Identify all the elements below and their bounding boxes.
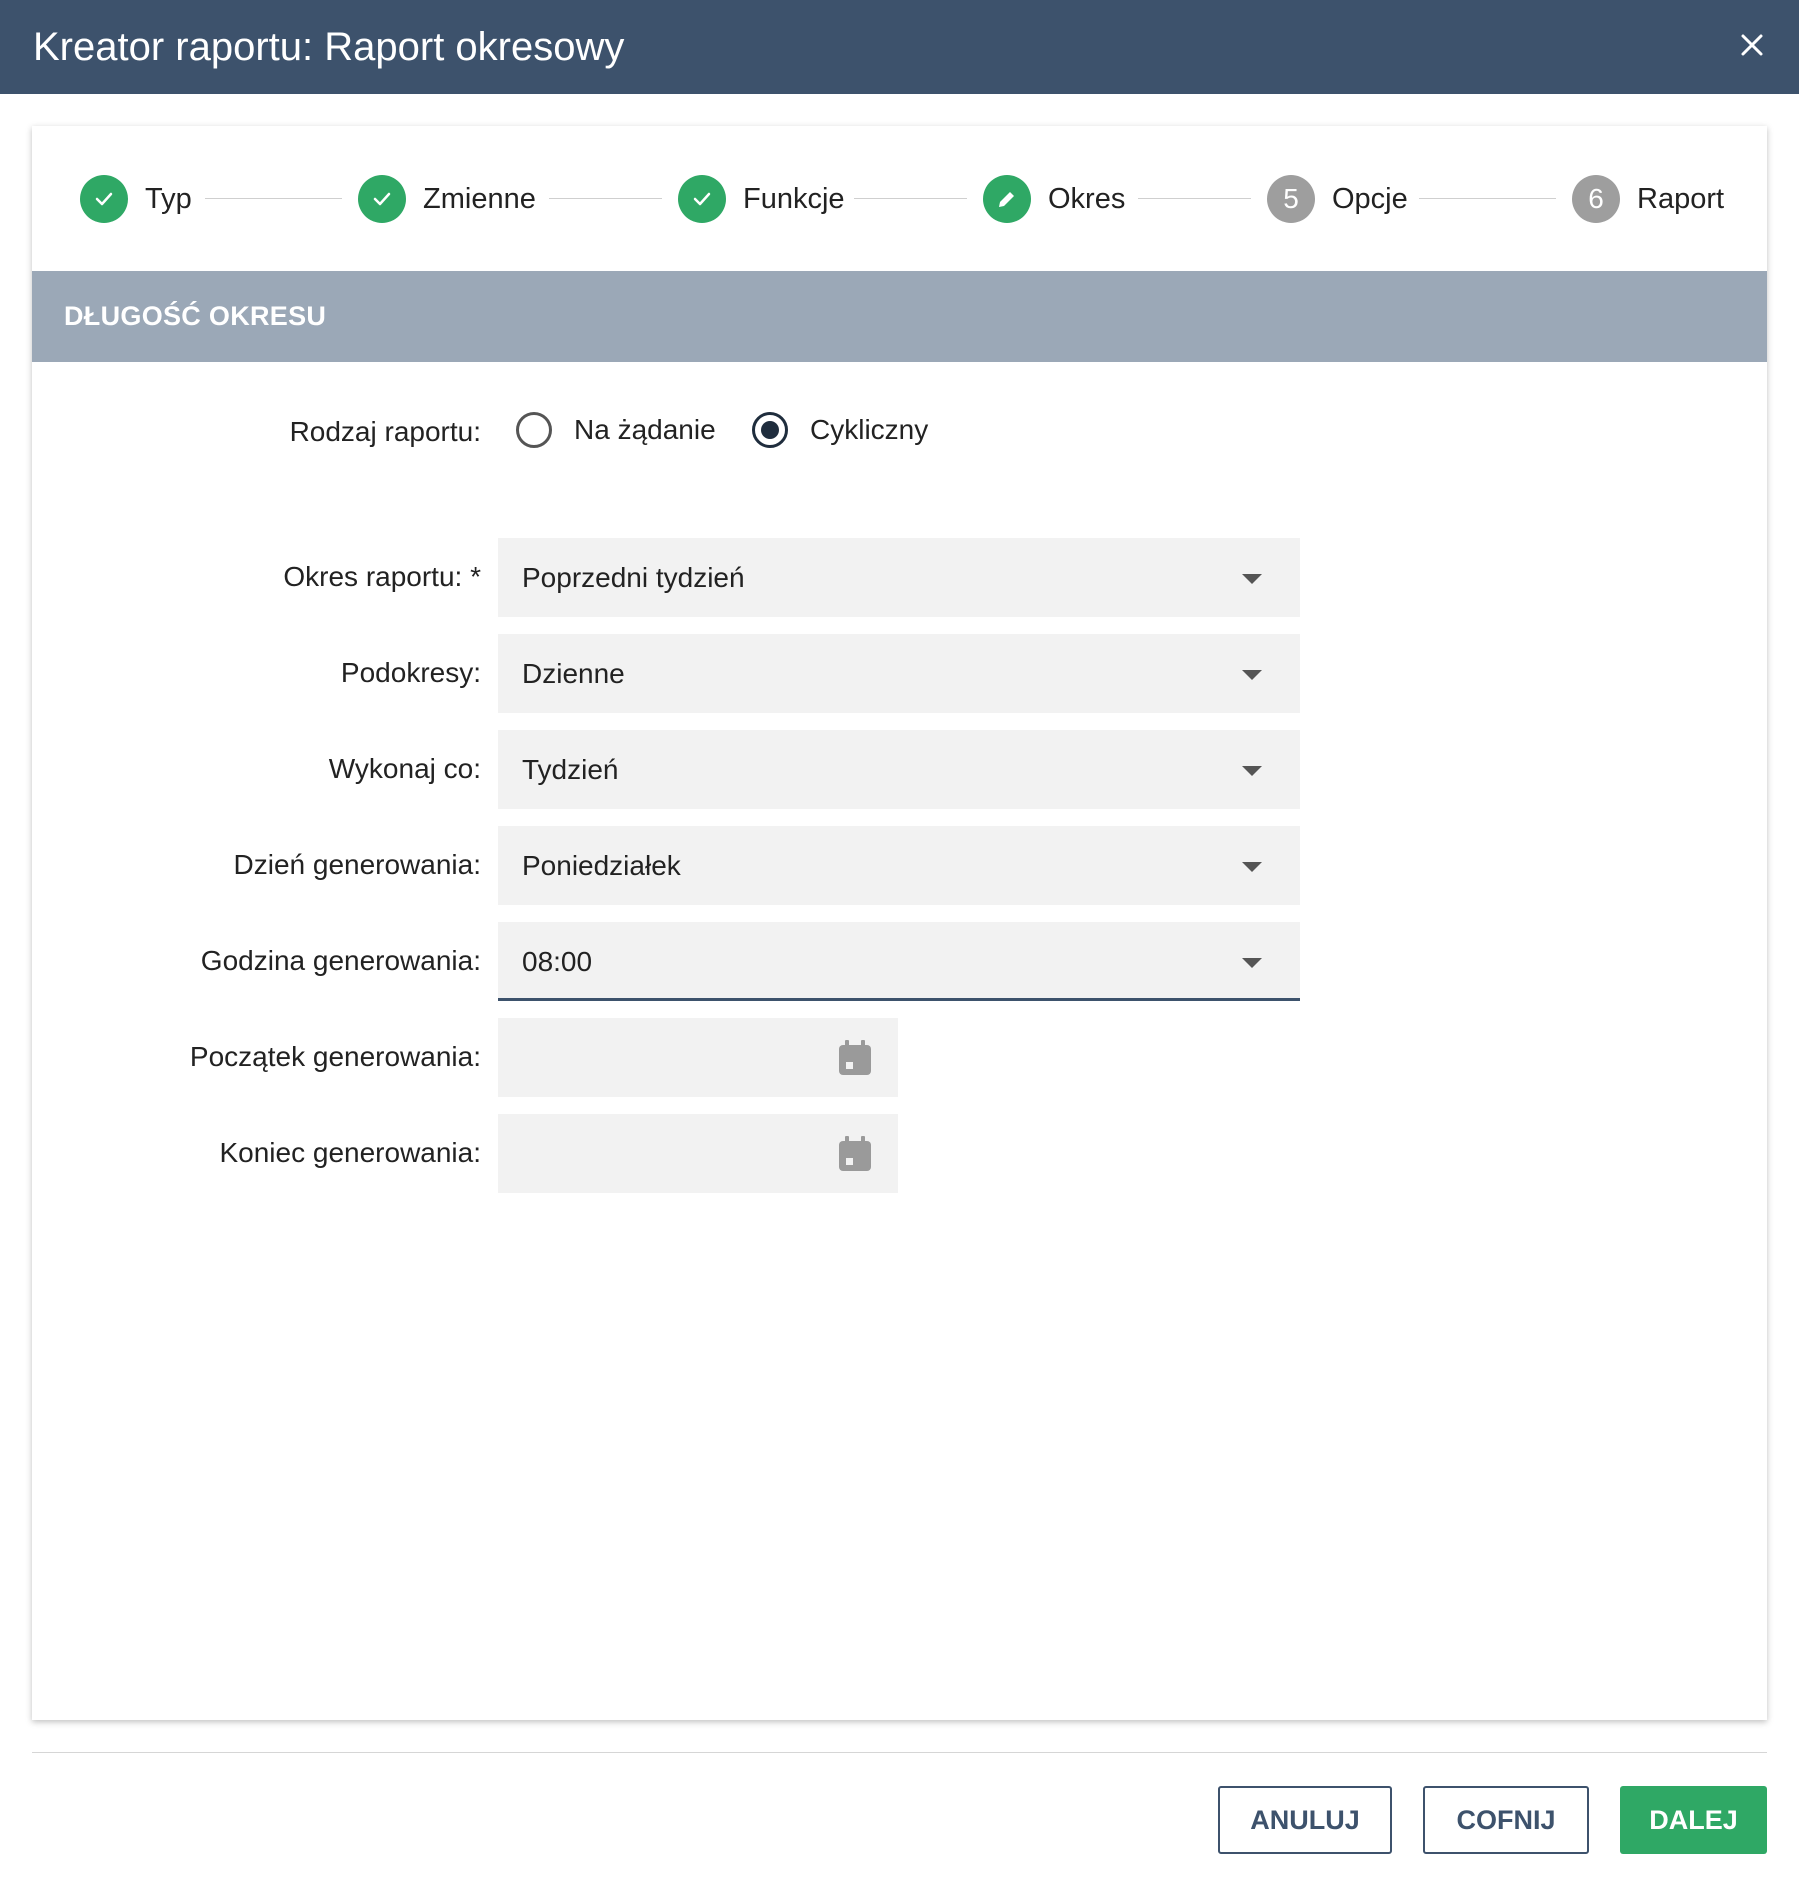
step-connector bbox=[1138, 198, 1251, 199]
step-number: 6 bbox=[1572, 175, 1620, 223]
radio-circle[interactable] bbox=[752, 412, 788, 448]
dropdown-arrow-icon[interactable] bbox=[1242, 574, 1262, 584]
step-connector bbox=[1419, 198, 1556, 199]
check-icon bbox=[358, 175, 406, 223]
select-value: Tydzień bbox=[522, 754, 619, 785]
dropdown-arrow-icon[interactable] bbox=[1242, 766, 1262, 776]
step-opcje[interactable]: 5 Opcje bbox=[1267, 174, 1408, 224]
section-header: DŁUGOŚĆ OKRESU bbox=[32, 271, 1767, 362]
subperiods-label: Podokresy: bbox=[340, 657, 481, 688]
radio-selected-dot bbox=[761, 421, 779, 439]
gen-end-date-input[interactable] bbox=[498, 1114, 898, 1193]
step-zmienne[interactable]: Zmienne bbox=[358, 174, 536, 224]
section-title: DŁUGOŚĆ OKRESU bbox=[64, 301, 327, 331]
dropdown-arrow-icon[interactable] bbox=[1242, 958, 1262, 968]
gen-end-label: Koniec generowania: bbox=[219, 1137, 481, 1168]
dropdown-arrow-icon[interactable] bbox=[1242, 862, 1262, 872]
step-label: Typ bbox=[145, 182, 192, 215]
dialog-title: Kreator raportu: Raport okresowy bbox=[33, 25, 625, 69]
wizard-card: Typ Zmienne Funkcje Okres 5 Opcje 6 Rapo… bbox=[32, 126, 1767, 1720]
close-icon[interactable] bbox=[1735, 28, 1769, 62]
gen-start-date-input[interactable] bbox=[498, 1018, 898, 1097]
gen-hour-select[interactable]: 08:00 bbox=[498, 922, 1300, 1001]
dropdown-arrow-icon[interactable] bbox=[1242, 670, 1262, 680]
report-type-label: Rodzaj raportu: bbox=[289, 416, 481, 447]
wizard-stepper: Typ Zmienne Funkcje Okres 5 Opcje 6 Rapo… bbox=[32, 126, 1767, 272]
select-value: Poprzedni tydzień bbox=[522, 562, 745, 593]
step-label: Opcje bbox=[1332, 182, 1408, 215]
step-label: Funkcje bbox=[743, 182, 845, 215]
step-funkcje[interactable]: Funkcje bbox=[678, 174, 845, 224]
step-connector bbox=[205, 198, 342, 199]
step-raport[interactable]: 6 Raport bbox=[1572, 174, 1724, 224]
period-label: Okres raportu: * bbox=[283, 561, 481, 592]
select-value: Dzienne bbox=[522, 658, 625, 689]
step-typ[interactable]: Typ bbox=[80, 174, 192, 224]
run-every-label: Wykonaj co: bbox=[328, 753, 481, 784]
step-connector bbox=[854, 198, 967, 199]
dialog-titlebar: Kreator raportu: Raport okresowy bbox=[0, 0, 1799, 94]
cancel-button[interactable]: ANULUJ bbox=[1218, 1786, 1392, 1854]
step-label: Raport bbox=[1637, 182, 1725, 215]
step-label: Zmienne bbox=[423, 182, 536, 215]
calendar-icon[interactable] bbox=[838, 1040, 872, 1076]
footer-divider bbox=[32, 1752, 1767, 1753]
select-value: Poniedziałek bbox=[522, 850, 681, 881]
radio-cyclic[interactable]: Cykliczny bbox=[752, 412, 928, 448]
back-button[interactable]: COFNIJ bbox=[1423, 1786, 1589, 1854]
step-label: Okres bbox=[1048, 182, 1126, 215]
step-number: 5 bbox=[1267, 175, 1315, 223]
subperiods-select[interactable]: Dzienne bbox=[498, 634, 1300, 713]
gen-day-label: Dzień generowania: bbox=[233, 849, 482, 880]
period-select[interactable]: Poprzedni tydzień bbox=[498, 538, 1300, 617]
select-value: 08:00 bbox=[522, 946, 593, 977]
gen-hour-label: Godzina generowania: bbox=[200, 945, 481, 976]
check-icon bbox=[80, 175, 128, 223]
radio-label: Cykliczny bbox=[810, 414, 929, 445]
gen-day-select[interactable]: Poniedziałek bbox=[498, 826, 1300, 905]
step-okres[interactable]: Okres bbox=[983, 174, 1125, 224]
radio-label: Na żądanie bbox=[574, 414, 716, 445]
step-connector bbox=[549, 198, 662, 199]
next-button[interactable]: DALEJ bbox=[1620, 1786, 1767, 1854]
run-every-select[interactable]: Tydzień bbox=[498, 730, 1300, 809]
check-icon bbox=[678, 175, 726, 223]
pencil-icon bbox=[983, 175, 1031, 223]
radio-on-demand[interactable]: Na żądanie bbox=[516, 412, 716, 448]
gen-start-label: Początek generowania: bbox=[189, 1041, 481, 1072]
calendar-icon[interactable] bbox=[838, 1136, 872, 1172]
radio-circle[interactable] bbox=[516, 412, 552, 448]
